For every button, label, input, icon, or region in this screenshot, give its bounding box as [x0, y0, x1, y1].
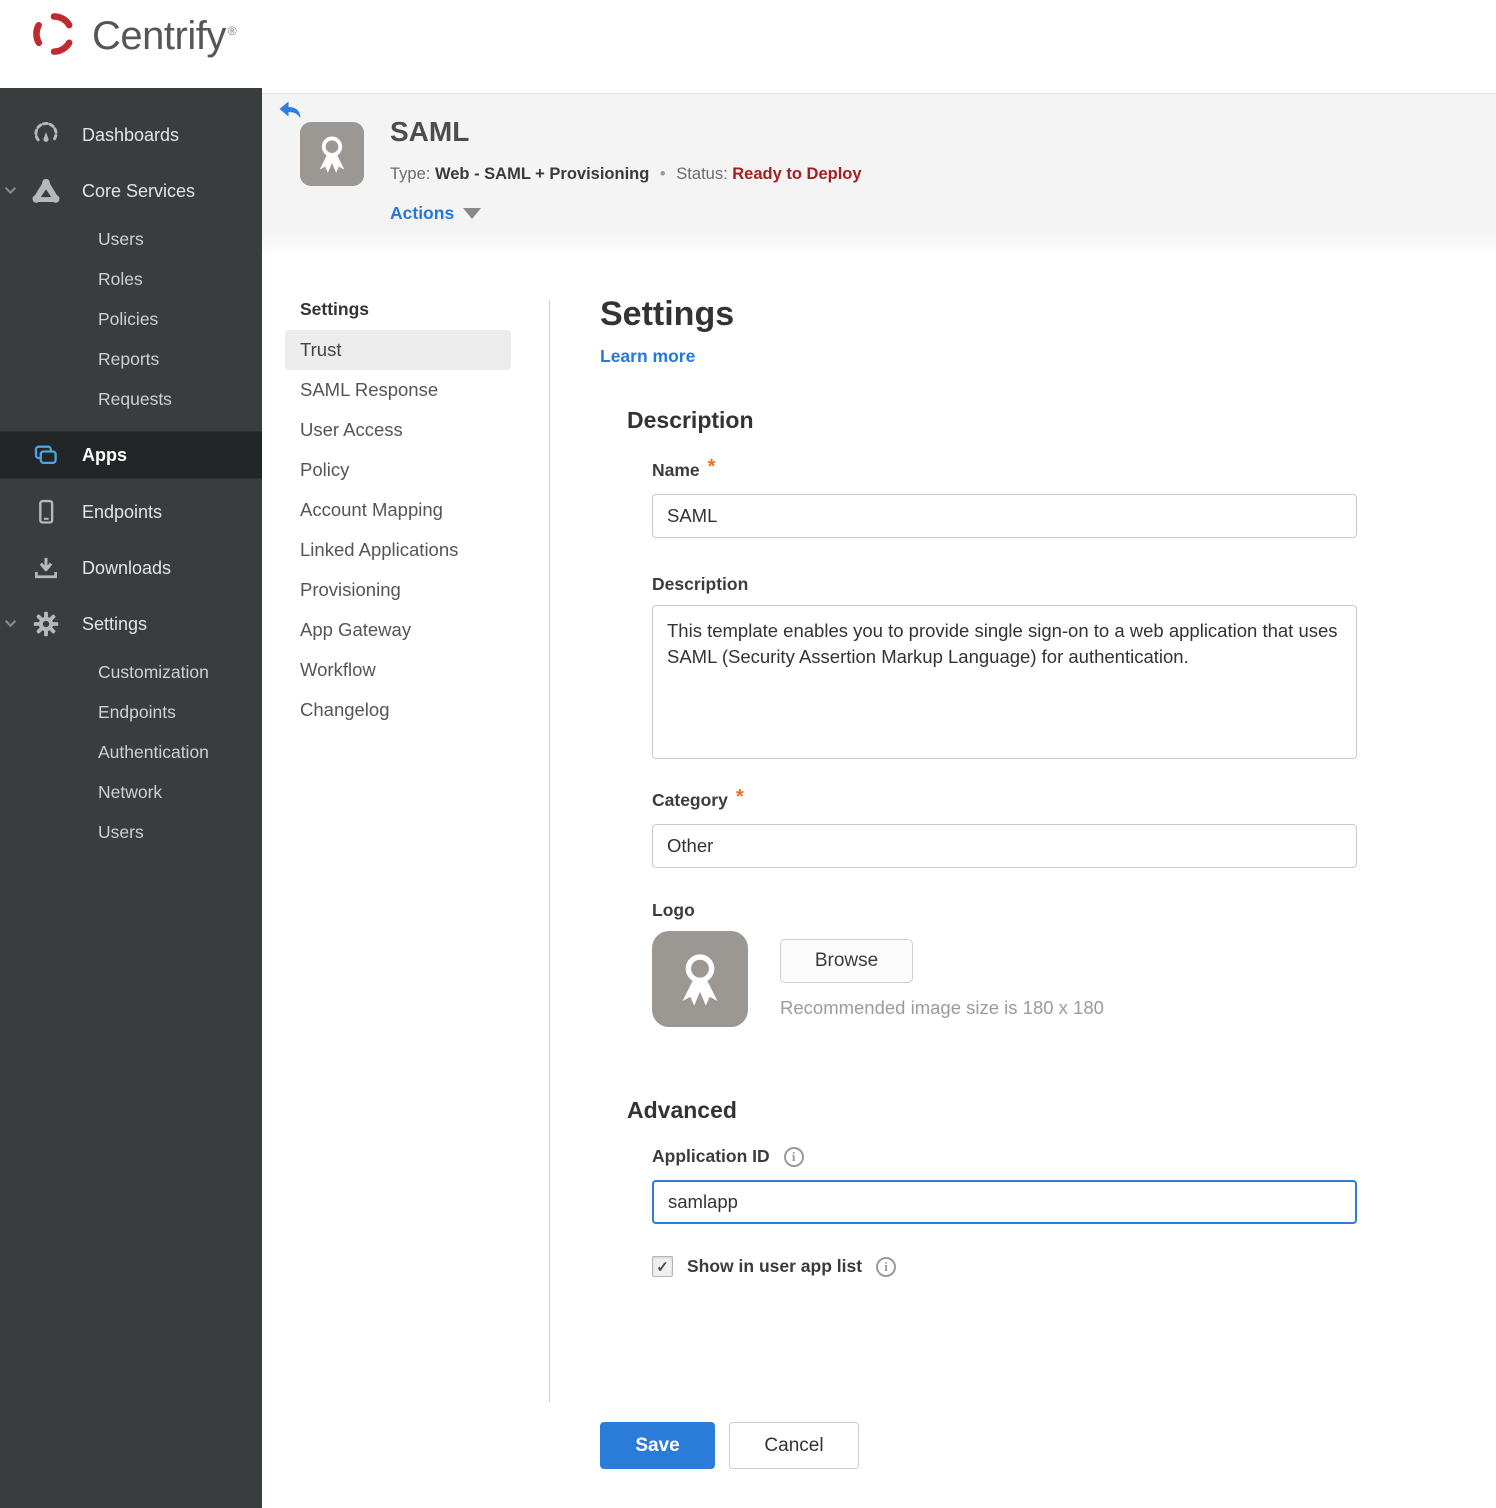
content-title: Settings [600, 295, 735, 333]
gauge-icon [32, 121, 60, 149]
logo-row: Browse Recommended image size is 180 x 1… [652, 931, 1357, 1027]
sidebar-item-apps[interactable]: Apps [0, 431, 262, 479]
sidebar-item-settings[interactable]: Settings [0, 601, 262, 647]
sidebar-item-endpoints-settings[interactable]: Endpoints [0, 692, 262, 732]
chevron-down-icon [4, 615, 17, 633]
apps-icon [32, 441, 60, 469]
info-icon[interactable]: i [783, 1146, 804, 1167]
name-field[interactable] [652, 494, 1357, 538]
tab-linked-applications[interactable]: Linked Applications [285, 530, 511, 570]
info-icon[interactable]: i [876, 1256, 897, 1277]
logo-controls: Browse Recommended image size is 180 x 1… [780, 931, 1104, 1019]
sidebar-item-dashboards[interactable]: Dashboards [0, 112, 262, 158]
meta-separator: • [659, 165, 666, 183]
tab-policy[interactable]: Policy [285, 450, 511, 490]
sidebar-item-requests[interactable]: Requests [0, 379, 262, 419]
tab-trust[interactable]: Trust [285, 330, 511, 370]
actions-label: Actions [390, 203, 455, 223]
back-arrow-icon[interactable] [278, 100, 302, 120]
status-badge: Ready to Deploy [732, 165, 862, 183]
browse-button[interactable]: Browse [780, 939, 913, 983]
required-asterisk: * [735, 786, 744, 808]
tab-workflow[interactable]: Workflow [285, 650, 511, 690]
core-services-subnav: Users Roles Policies Reports Requests [0, 219, 262, 419]
tab-app-gateway[interactable]: App Gateway [285, 610, 511, 650]
settings-nav-header: Settings [300, 299, 370, 319]
description-label: Description [652, 574, 749, 594]
sidebar-item-downloads[interactable]: Downloads [0, 545, 262, 591]
show-in-app-list-label: Show in user app list [687, 1256, 863, 1276]
sidebar-item-customization[interactable]: Customization [0, 652, 262, 692]
top-bar: Centrify ® [0, 0, 1496, 88]
advanced-section-heading: Advanced [627, 1097, 737, 1123]
sidebar-item-network[interactable]: Network [0, 772, 262, 812]
tab-user-access[interactable]: User Access [285, 410, 511, 450]
brand-logo: Centrify ® [28, 8, 237, 65]
type-value: Web - SAML + Provisioning [434, 165, 650, 183]
brand-name: Centrify ® [92, 14, 237, 58]
download-icon [32, 554, 60, 582]
show-in-app-list-checkbox[interactable]: ✓ [652, 1256, 673, 1277]
required-asterisk: * [707, 456, 716, 478]
page-title: SAML [390, 116, 470, 147]
sidebar-item-authentication[interactable]: Authentication [0, 732, 262, 772]
form-actions: Save Cancel [600, 1422, 1357, 1469]
chevron-down-icon [4, 182, 17, 200]
tab-saml-response[interactable]: SAML Response [285, 370, 511, 410]
chevron-down-icon [463, 208, 482, 219]
settings-form: Settings Learn more Description Name * D… [600, 280, 1357, 1469]
sidebar: Dashboards Core Services Users Roles Pol… [0, 88, 262, 1508]
logo-label: Logo [652, 900, 695, 920]
app-logo-badge [300, 122, 364, 186]
application-id-label: Application ID i [652, 1146, 1357, 1167]
app-settings-nav: Settings Trust SAML Response User Access… [285, 293, 511, 730]
advanced-form-group: Application ID i ✓ Show in user app list… [652, 1146, 1357, 1277]
centrify-logo-icon [28, 8, 80, 65]
description-field[interactable]: This template enables you to provide sin… [652, 605, 1357, 759]
sidebar-item-core-services[interactable]: Core Services [0, 168, 262, 214]
save-button[interactable]: Save [600, 1422, 715, 1469]
cancel-button[interactable]: Cancel [729, 1422, 859, 1469]
app-meta-line: Type: Web - SAML + Provisioning • Status… [390, 165, 862, 184]
device-icon [32, 498, 60, 526]
tab-provisioning[interactable]: Provisioning [285, 570, 511, 610]
sidebar-item-reports[interactable]: Reports [0, 339, 262, 379]
gear-icon [32, 610, 60, 638]
app-logo-preview [652, 931, 748, 1027]
actions-dropdown[interactable]: Actions [390, 203, 482, 224]
app-page-header: SAML Type: Web - SAML + Provisioning • S… [262, 93, 1496, 253]
description-section-heading: Description [627, 407, 754, 433]
show-in-app-list-row: ✓ Show in user app list i [652, 1256, 1357, 1277]
status-label: Status: [676, 165, 728, 183]
sidebar-item-endpoints[interactable]: Endpoints [0, 489, 262, 535]
logo-size-hint: Recommended image size is 180 x 180 [780, 997, 1104, 1018]
core-services-icon [32, 177, 60, 205]
vertical-divider [549, 300, 550, 1402]
description-form-group: Name * Description This template enables… [652, 456, 1357, 1027]
sidebar-item-users[interactable]: Users [0, 219, 262, 259]
sidebar-item-users-settings[interactable]: Users [0, 812, 262, 852]
award-ribbon-icon [319, 136, 345, 173]
award-ribbon-icon [682, 954, 718, 1006]
application-id-field[interactable] [652, 1180, 1357, 1224]
sidebar-item-roles[interactable]: Roles [0, 259, 262, 299]
trademark-symbol: ® [227, 23, 237, 38]
sidebar-item-policies[interactable]: Policies [0, 299, 262, 339]
category-field[interactable] [652, 824, 1357, 868]
learn-more-link[interactable]: Learn more [600, 346, 695, 367]
tab-changelog[interactable]: Changelog [285, 690, 511, 730]
name-label: Name * [652, 456, 716, 480]
type-label: Type: [390, 165, 431, 183]
settings-subnav: Customization Endpoints Authentication N… [0, 652, 262, 852]
tab-account-mapping[interactable]: Account Mapping [285, 490, 511, 530]
category-label: Category * [652, 786, 744, 810]
